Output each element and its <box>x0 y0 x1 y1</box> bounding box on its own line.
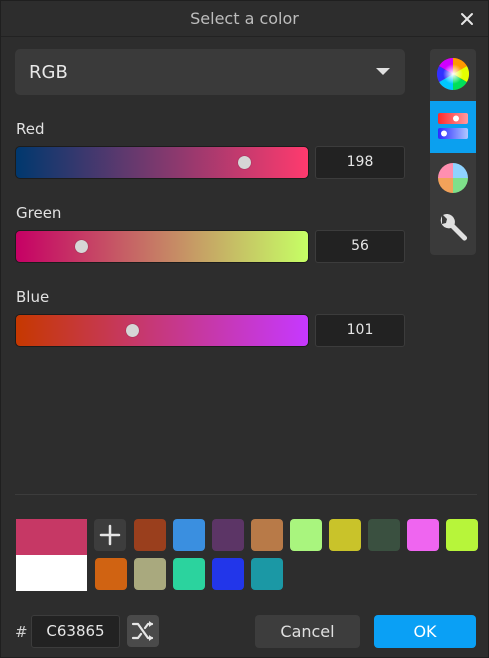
preset-swatch[interactable] <box>212 519 244 551</box>
preset-swatch[interactable] <box>368 519 400 551</box>
divider <box>15 494 477 495</box>
rgb-sliders-icon <box>438 113 468 139</box>
color-wheel-tool[interactable] <box>430 49 476 101</box>
settings-wrench-tool[interactable] <box>430 205 476 255</box>
new-color-preview <box>16 519 87 555</box>
blue-label: Blue <box>16 288 50 306</box>
close-icon[interactable] <box>458 10 476 28</box>
ok-button[interactable]: OK <box>374 615 476 648</box>
preset-swatch[interactable] <box>329 519 361 551</box>
blue-slider-thumb[interactable] <box>126 324 140 337</box>
green-slider[interactable] <box>15 230 309 263</box>
blue-value-input[interactable]: 101 <box>315 314 405 347</box>
preset-swatch[interactable] <box>134 558 166 590</box>
old-color-preview[interactable] <box>16 555 87 591</box>
plus-icon <box>99 524 121 546</box>
preset-swatch[interactable] <box>173 519 205 551</box>
preset-swatch[interactable] <box>212 558 244 590</box>
preset-swatch[interactable] <box>173 558 205 590</box>
green-label: Green <box>16 204 62 222</box>
color-mode-dropdown[interactable]: RGB <box>15 49 405 95</box>
red-label: Red <box>16 120 45 138</box>
green-value-input[interactable]: 56 <box>315 230 405 263</box>
preset-swatch[interactable] <box>290 519 322 551</box>
dialog-title: Select a color <box>190 9 299 28</box>
green-slider-thumb[interactable] <box>74 240 88 253</box>
preset-swatch[interactable] <box>251 558 283 590</box>
hex-prefix: # <box>15 623 28 641</box>
red-slider-thumb[interactable] <box>238 156 252 169</box>
preset-swatch[interactable] <box>407 519 439 551</box>
preset-swatch[interactable] <box>446 519 478 551</box>
red-value-input[interactable]: 198 <box>315 146 405 179</box>
hex-input[interactable]: C63865 <box>31 615 120 648</box>
preset-swatch[interactable] <box>134 519 166 551</box>
chevron-down-icon <box>376 68 390 75</box>
color-wheel-icon <box>436 57 470 91</box>
randomize-button[interactable] <box>127 615 159 647</box>
color-mode-value: RGB <box>29 62 68 83</box>
shuffle-icon <box>131 621 154 641</box>
preset-swatch[interactable] <box>95 558 127 590</box>
red-slider[interactable] <box>15 146 309 179</box>
cancel-button[interactable]: Cancel <box>255 615 360 648</box>
palette-wheel-tool[interactable] <box>430 153 476 205</box>
title-bar: Select a color <box>1 1 488 37</box>
preset-swatch[interactable] <box>251 519 283 551</box>
pie-palette-icon <box>438 163 468 193</box>
picker-mode-toolbar <box>430 49 476 255</box>
add-preset-button[interactable] <box>94 519 126 551</box>
wrench-icon <box>440 213 467 241</box>
sliders-tool[interactable] <box>430 101 476 153</box>
blue-slider[interactable] <box>15 314 309 347</box>
color-picker-dialog: Select a color RGB Red 198 Green 56 Blue… <box>0 0 489 658</box>
